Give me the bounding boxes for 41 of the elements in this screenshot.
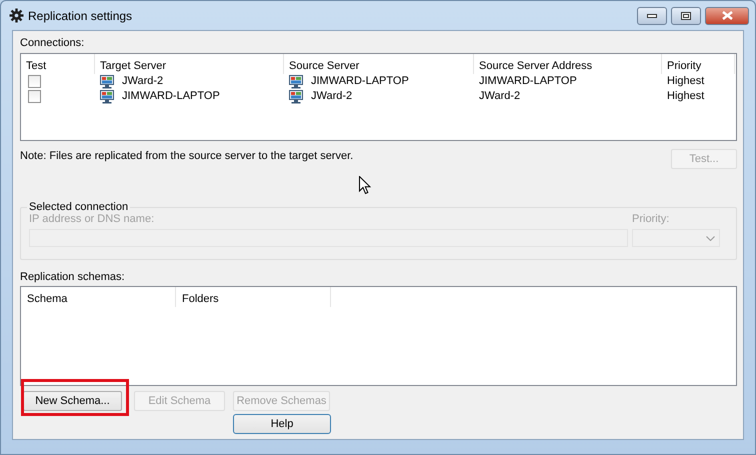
- table-cell-text: JWard-2: [122, 74, 164, 90]
- table-cell-text: JWard-2: [479, 89, 520, 104]
- column-header[interactable]: Test: [21, 54, 95, 74]
- schemas-list[interactable]: Schema Folders: [20, 286, 737, 386]
- minimize-button[interactable]: [637, 6, 667, 24]
- column-header[interactable]: Folders: [176, 287, 331, 307]
- column-header[interactable]: Source Server Address: [474, 54, 662, 74]
- computer-icon: [100, 74, 114, 88]
- new-schema-button[interactable]: New Schema...: [23, 391, 122, 411]
- table-cell-text: JIMWARD-LAPTOP: [311, 74, 409, 90]
- field-label: IP address or DNS name:: [29, 213, 156, 227]
- computer-icon: [100, 90, 114, 104]
- column-header[interactable]: Priority: [662, 54, 735, 74]
- table-cell-text: JIMWARD-LAPTOP: [122, 89, 220, 104]
- checkbox[interactable]: [28, 75, 41, 88]
- column-header[interactable]: Source Server: [284, 54, 474, 74]
- section-label: Replication schemas:: [20, 271, 126, 285]
- minimize-icon: [647, 14, 657, 18]
- maximize-button[interactable]: [671, 6, 701, 24]
- section-label: Connections:: [20, 37, 86, 51]
- settings-icon: [9, 8, 24, 23]
- computer-icon: [289, 90, 303, 104]
- computer-icon: [289, 74, 303, 88]
- group-title: Selected connection: [28, 201, 130, 213]
- connections-list[interactable]: Test Target Server Source Server Source Server Address Priority JWard-2 JIMWARD-LAPTOP JIMWARD-LAPTOP Highest JIMWARD-LAPTOP JWard-2 JWard-2 Highest: [20, 53, 737, 141]
- table-cell-text: JIMWARD-LAPTOP: [479, 74, 577, 90]
- column-header[interactable]: Target Server: [95, 54, 284, 74]
- checkbox[interactable]: [28, 90, 41, 103]
- note-text: Note: Files are replicated from the source server to the target server.: [20, 149, 354, 164]
- close-button[interactable]: [705, 6, 749, 24]
- window-title: Replication settings: [28, 8, 134, 24]
- field-label: Priority:: [632, 213, 670, 227]
- chevron-down-icon: [706, 236, 715, 240]
- table-cell-text: Highest: [667, 89, 704, 104]
- column-header[interactable]: Schema: [21, 287, 176, 307]
- cursor-icon: [359, 176, 371, 195]
- table-cell-text: JWard-2: [311, 89, 352, 104]
- close-icon: [722, 11, 732, 20]
- table-cell-text: Highest: [667, 74, 704, 90]
- help-button[interactable]: Help: [233, 414, 331, 434]
- maximize-icon: [681, 12, 691, 20]
